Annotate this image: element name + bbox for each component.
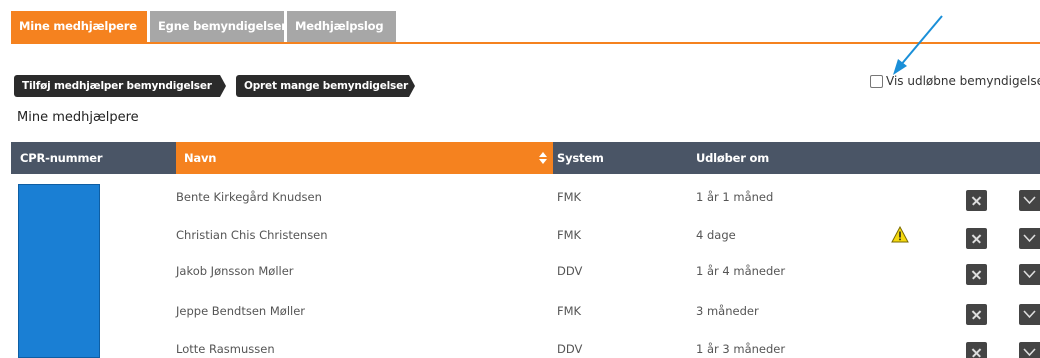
chevron-down-icon[interactable]: [1019, 342, 1040, 358]
cell-navn: Christian Chis Christensen: [176, 228, 328, 242]
section-title: Mine medhjælpere: [17, 110, 139, 125]
table-row: Christian Chis Christensen FMK 4 dage: [11, 217, 1040, 254]
remove-icon[interactable]: [966, 190, 987, 211]
cell-system: FMK: [557, 228, 582, 242]
column-header-navn-label: Navn: [184, 151, 217, 165]
cell-udloeber: 4 dage: [696, 228, 736, 242]
tab-egne-bemyndigelser[interactable]: Egne bemyndigelser: [150, 11, 287, 42]
tab-bar: Mine medhjælpere Egne bemyndigelser Medh…: [11, 11, 399, 42]
cell-navn: Lotte Rasmussen: [176, 342, 275, 356]
show-expired-checkbox[interactable]: [870, 74, 883, 88]
cell-system: DDV: [557, 264, 583, 278]
cell-navn: Jeppe Bendtsen Møller: [176, 304, 306, 318]
cell-udloeber: 1 år 4 måneder: [696, 264, 786, 278]
remove-icon[interactable]: [966, 264, 987, 285]
cell-udloeber: 1 år 1 måned: [696, 190, 774, 204]
tab-underline: [11, 42, 1040, 44]
cell-navn: Bente Kirkegård Knudsen: [176, 190, 322, 204]
remove-icon[interactable]: [966, 342, 987, 358]
chevron-down-icon[interactable]: [1019, 304, 1040, 325]
column-header-system[interactable]: System: [557, 142, 604, 174]
cell-navn: Jakob Jønsson Møller: [176, 264, 294, 278]
tab-mine-medhjaelpere[interactable]: Mine medhjælpere: [11, 11, 147, 42]
table-header: CPR-nummer Navn System Udløber om: [11, 142, 1040, 174]
remove-icon[interactable]: [966, 304, 987, 325]
table-row: Jakob Jønsson Møller DDV 1 år 4 måneder: [11, 253, 1040, 290]
chevron-down-icon[interactable]: [1019, 190, 1040, 211]
annotation-arrow-icon: [893, 15, 943, 75]
cell-udloeber: 3 måneder: [696, 304, 759, 318]
column-header-navn[interactable]: Navn: [176, 142, 553, 174]
warning-icon: [891, 226, 909, 243]
chevron-down-icon[interactable]: [1019, 264, 1040, 285]
create-many-authorizations-button[interactable]: Opret mange bemyndigelser: [236, 75, 415, 97]
show-expired-label: Vis udløbne bemyndigelser: [886, 74, 1040, 88]
remove-icon[interactable]: [966, 228, 987, 249]
cell-system: DDV: [557, 342, 583, 356]
column-header-cpr[interactable]: CPR-nummer: [20, 142, 103, 174]
column-header-udloeber[interactable]: Udløber om: [696, 142, 769, 174]
table-row: Bente Kirkegård Knudsen FMK 1 år 1 måned: [11, 179, 1040, 216]
show-expired-toggle[interactable]: Vis udløbne bemyndigelser: [870, 73, 1040, 89]
tab-medhjaelpslog[interactable]: Medhjælpslog: [287, 11, 396, 42]
cell-system: FMK: [557, 304, 582, 318]
table-row: Jeppe Bendtsen Møller FMK 3 måneder: [11, 293, 1040, 330]
table-row: Lotte Rasmussen DDV 1 år 3 måneder: [11, 331, 1040, 358]
cell-udloeber: 1 år 3 måneder: [696, 342, 786, 356]
sort-icon: [539, 152, 547, 164]
cell-system: FMK: [557, 190, 582, 204]
chevron-down-icon[interactable]: [1019, 228, 1040, 249]
add-helper-authorization-button[interactable]: Tilføj medhjælper bemyndigelser: [14, 75, 226, 97]
